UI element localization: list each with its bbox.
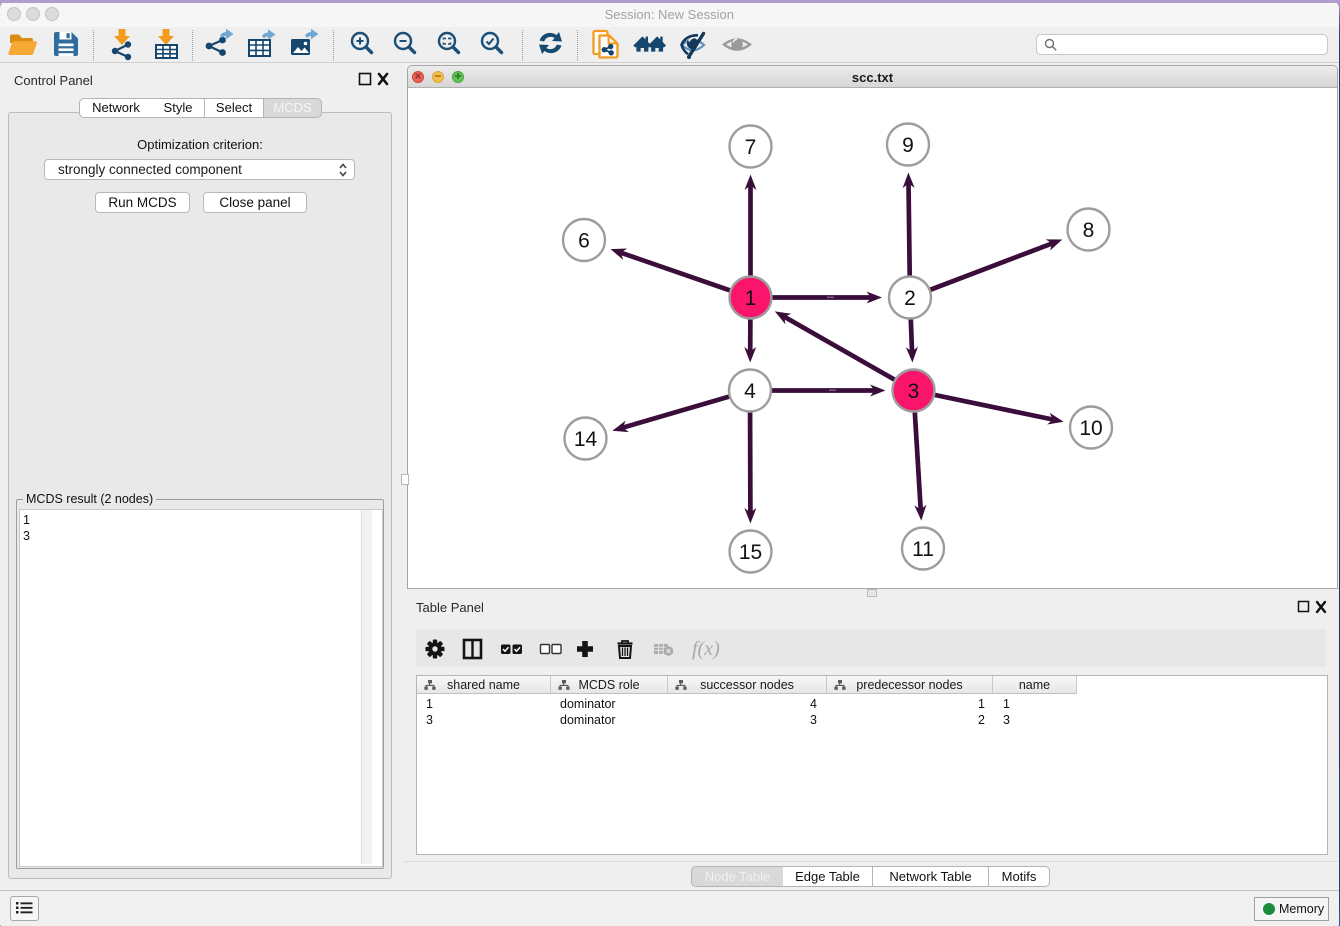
svg-text:8: 8 [1083,219,1095,242]
svg-text:1: 1 [745,287,757,310]
svg-text:14: 14 [574,428,598,451]
svg-text:15: 15 [739,541,762,564]
svg-text:10: 10 [1079,417,1102,440]
svg-text:9: 9 [902,134,914,157]
svg-text:3: 3 [908,380,920,403]
svg-text:7: 7 [745,136,757,159]
svg-text:6: 6 [578,230,590,253]
svg-text:11: 11 [912,538,934,561]
svg-text:2: 2 [904,287,916,310]
svg-text:4: 4 [744,380,756,403]
svg-text:f(x): f(x) [692,638,720,660]
